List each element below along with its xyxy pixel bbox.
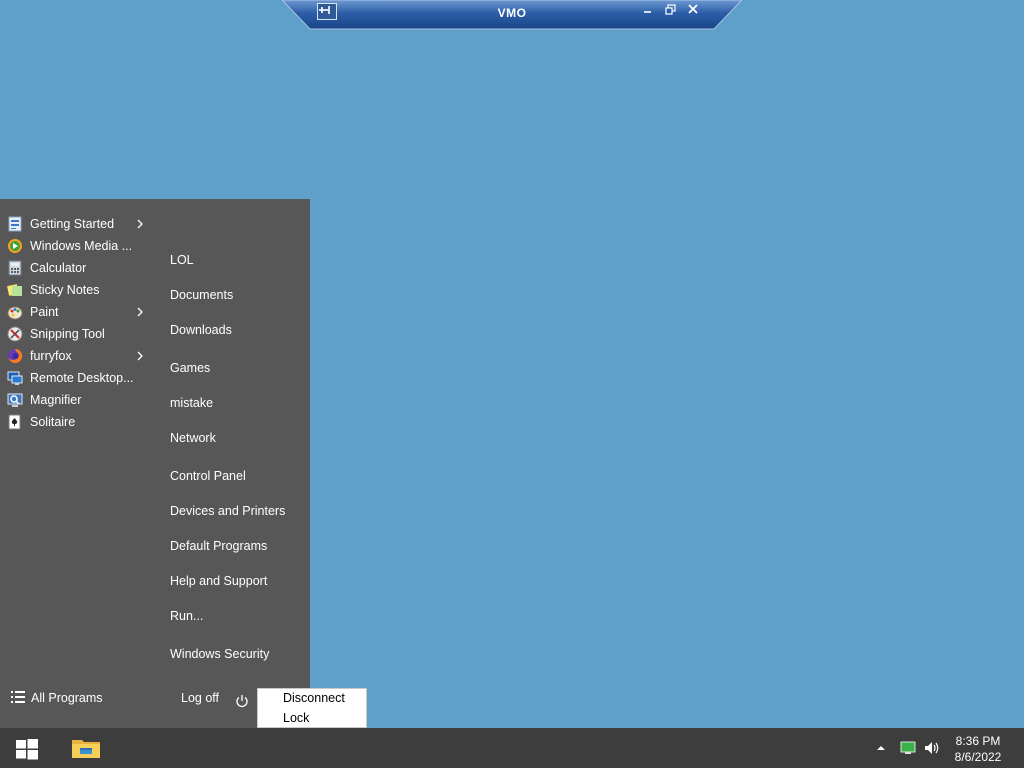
all-programs-label: All Programs — [31, 691, 103, 705]
minimize-button[interactable] — [643, 4, 659, 20]
remote-connection-bar: VMO — [282, 0, 742, 30]
chevron-up-icon — [877, 746, 885, 750]
speaker-icon — [925, 742, 939, 754]
place-downloads[interactable]: Downloads — [170, 321, 300, 339]
place-help-and-support[interactable]: Help and Support — [170, 572, 300, 590]
network-icon — [900, 741, 916, 754]
app-label: Windows Media ... — [30, 239, 133, 253]
app-label: furryfox — [30, 349, 72, 363]
all-programs-button[interactable]: All Programs — [8, 687, 138, 709]
windows-logo-icon — [16, 739, 38, 760]
place-run[interactable]: Run... — [170, 607, 300, 625]
app-magnifier[interactable]: Magnifier — [0, 389, 155, 411]
app-getting-started[interactable]: Getting Started — [0, 213, 155, 235]
system-clock[interactable]: 8:36 PM 8/6/2022 — [948, 733, 1008, 765]
menu-item-lock[interactable]: Lock — [283, 711, 309, 725]
calculator-icon — [8, 260, 22, 276]
app-sticky-notes[interactable]: Sticky Notes — [0, 279, 155, 301]
list-icon — [11, 691, 25, 703]
minimize-icon — [644, 11, 651, 13]
restore-icon — [665, 4, 676, 15]
app-snipping-tool[interactable]: Snipping Tool — [0, 323, 155, 345]
place-documents[interactable]: Documents — [170, 286, 300, 304]
windows-media-player-icon — [8, 239, 22, 253]
power-icon — [236, 695, 248, 708]
app-label: Paint — [30, 305, 59, 319]
magnifier-icon — [7, 393, 23, 407]
app-windows-media-player[interactable]: Windows Media ... — [0, 235, 155, 257]
folder-icon — [72, 740, 100, 758]
log-off-button[interactable]: Log off — [181, 691, 219, 705]
app-furryfox[interactable]: furryfox — [0, 345, 155, 367]
power-button[interactable] — [234, 693, 250, 709]
app-label: Snipping Tool — [30, 327, 105, 341]
taskbar: 8:36 PM 8/6/2022 — [0, 728, 1024, 768]
volume-tray-button[interactable] — [923, 740, 941, 756]
restore-button[interactable] — [665, 4, 681, 20]
app-label: Calculator — [30, 261, 87, 275]
getting-started-icon — [8, 216, 22, 232]
show-hidden-icons-button[interactable] — [875, 742, 887, 754]
app-label: Remote Desktop... — [30, 371, 134, 385]
chevron-right-icon — [137, 307, 143, 317]
place-mistake[interactable]: mistake — [170, 394, 300, 412]
app-remote-desktop[interactable]: Remote Desktop... — [0, 367, 155, 389]
place-control-panel[interactable]: Control Panel — [170, 467, 300, 485]
close-button[interactable] — [688, 4, 704, 20]
file-explorer-button[interactable] — [71, 736, 101, 760]
snipping-tool-icon — [7, 326, 23, 342]
start-button[interactable] — [16, 738, 38, 760]
place-windows-security[interactable]: Windows Security — [170, 645, 300, 663]
paint-icon — [7, 306, 23, 320]
clock-date: 8/6/2022 — [954, 750, 1002, 764]
app-label: Solitaire — [30, 415, 76, 429]
app-paint[interactable]: Paint — [0, 301, 155, 323]
menu-item-disconnect[interactable]: Disconnect — [283, 691, 345, 705]
place-games[interactable]: Games — [170, 359, 300, 377]
sticky-notes-icon — [7, 284, 22, 296]
firefox-icon — [8, 348, 23, 363]
chevron-right-icon — [137, 351, 143, 361]
clock-time: 8:36 PM — [955, 734, 1001, 748]
chevron-right-icon — [137, 219, 143, 229]
app-label: Getting Started — [30, 217, 115, 231]
remote-desktop-icon — [7, 371, 23, 385]
app-label: Sticky Notes — [30, 283, 100, 297]
power-options-menu: Disconnect Lock — [257, 688, 367, 728]
place-network[interactable]: Network — [170, 429, 300, 447]
app-calculator[interactable]: Calculator — [0, 257, 155, 279]
app-label: Magnifier — [30, 393, 82, 407]
solitaire-icon — [8, 414, 21, 430]
place-lol[interactable]: LOL — [170, 251, 300, 269]
network-tray-button[interactable] — [900, 741, 916, 755]
close-icon — [688, 4, 698, 14]
app-solitaire[interactable]: Solitaire — [0, 411, 155, 433]
place-devices-and-printers[interactable]: Devices and Printers — [170, 502, 300, 520]
start-menu: Getting Started Windows Media ... Calcul… — [0, 199, 310, 728]
place-default-programs[interactable]: Default Programs — [170, 537, 300, 555]
